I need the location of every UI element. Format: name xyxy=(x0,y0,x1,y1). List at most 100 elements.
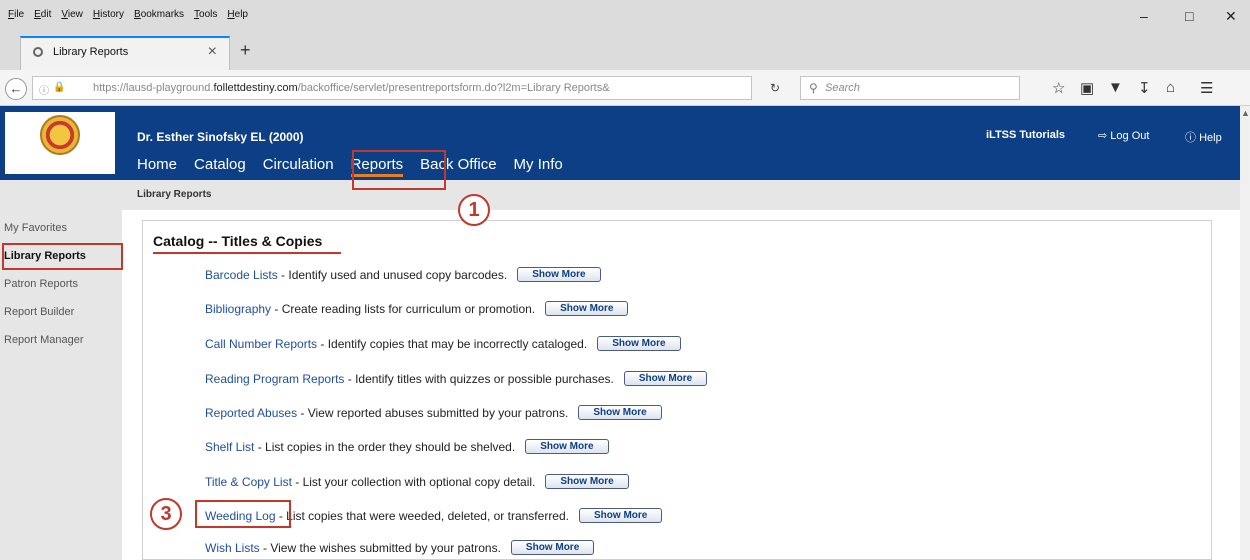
url-prefix: https://lausd-playground. xyxy=(93,82,214,94)
report-desc: - Identify copies that may be incorrectl… xyxy=(317,337,588,351)
list-item: Title & Copy List - List your collection… xyxy=(205,474,629,489)
report-desc: - List copies that were weeded, deleted,… xyxy=(275,509,569,523)
lock-icon: 🔒 xyxy=(53,82,66,93)
show-more-button[interactable]: Show More xyxy=(578,405,662,420)
step-1-callout: 1 xyxy=(458,194,490,226)
report-link-barcode-lists[interactable]: Barcode Lists xyxy=(205,268,278,282)
nav-catalog[interactable]: Catalog xyxy=(194,156,246,177)
maximize-button[interactable]: □ xyxy=(1185,8,1193,24)
sidebar-item-patron-reports[interactable]: Patron Reports xyxy=(4,278,78,290)
show-more-button[interactable]: Show More xyxy=(545,474,629,489)
scroll-up-icon[interactable]: ▲ xyxy=(1241,108,1250,118)
logout-label: Log Out xyxy=(1110,130,1150,142)
menu-file[interactable]: File xyxy=(8,9,24,20)
search-placeholder: Search xyxy=(825,82,860,94)
report-desc: - Identify used and unused copy barcodes… xyxy=(277,268,508,282)
url-text: https://lausd-playground.follettdestiny.… xyxy=(93,82,610,94)
report-desc: - Create reading lists for curriculum or… xyxy=(271,302,536,316)
menu-items: File Edit View History Bookmarks Tools H… xyxy=(8,9,248,20)
school-name: Dr. Esther Sinofsky EL (2000) xyxy=(137,130,304,144)
help-label: Help xyxy=(1199,132,1222,144)
show-more-button[interactable]: Show More xyxy=(510,540,595,555)
tab-library-reports[interactable]: Library Reports × xyxy=(20,36,230,70)
info-icon[interactable]: ⓘ xyxy=(39,82,49,97)
step-3-callout: 3 xyxy=(150,498,182,530)
nav-home[interactable]: Home xyxy=(137,156,177,177)
report-link-title-copy-list[interactable]: Title & Copy List xyxy=(205,475,292,489)
report-link-reported-abuses[interactable]: Reported Abuses xyxy=(205,406,297,420)
tutorials-link[interactable]: iLTSS Tutorials xyxy=(986,129,1065,141)
reload-icon[interactable]: ↻ xyxy=(770,81,780,95)
search-icon: ⚲ xyxy=(809,81,818,95)
list-item: Reported Abuses - View reported abuses s… xyxy=(205,405,662,420)
star-icon[interactable]: ☆ xyxy=(1052,79,1065,97)
report-link-shelf-list[interactable]: Shelf List xyxy=(205,440,254,454)
reports-highlight-box xyxy=(352,150,446,190)
list-item: Barcode Lists - Identify used and unused… xyxy=(205,267,601,282)
help-link[interactable]: ⓘ Help xyxy=(1185,129,1222,145)
school-logo xyxy=(5,112,115,174)
favicon-icon xyxy=(33,47,43,57)
report-link-reading-program-reports[interactable]: Reading Program Reports xyxy=(205,372,344,386)
report-desc: - View reported abuses submitted by your… xyxy=(297,406,569,420)
help-icon: ⓘ xyxy=(1185,132,1200,144)
report-link-call-number-reports[interactable]: Call Number Reports xyxy=(205,337,317,351)
home-icon[interactable]: ⌂ xyxy=(1166,79,1175,96)
list-item: Bibliography - Create reading lists for … xyxy=(205,301,629,316)
close-tab-icon[interactable]: × xyxy=(208,43,217,61)
title-underline-annotation xyxy=(153,252,341,254)
nav-circulation[interactable]: Circulation xyxy=(263,156,334,177)
show-more-button[interactable]: Show More xyxy=(545,301,629,316)
breadcrumb-text: Library Reports xyxy=(137,189,212,200)
main-nav: Home Catalog Circulation Reports Back Of… xyxy=(137,156,563,177)
report-link-wish-lists[interactable]: Wish Lists xyxy=(205,541,260,555)
new-tab-button[interactable]: + xyxy=(240,40,251,61)
tab-strip: Library Reports × + xyxy=(0,30,1250,70)
menu-help[interactable]: Help xyxy=(227,9,248,20)
close-window-button[interactable]: ✕ xyxy=(1225,8,1237,25)
sidebar-item-report-manager[interactable]: Report Manager xyxy=(4,334,84,346)
seal-icon xyxy=(40,115,80,155)
breadcrumb: Library Reports xyxy=(122,180,1240,210)
report-link-bibliography[interactable]: Bibliography xyxy=(205,302,271,316)
report-list-panel: Catalog -- Titles & Copies Barcode Lists… xyxy=(142,220,1212,560)
list-item: Wish Lists - View the wishes submitted b… xyxy=(205,540,595,555)
menu-tools[interactable]: Tools xyxy=(194,9,217,20)
report-desc: - View the wishes submitted by your patr… xyxy=(259,541,501,555)
download-icon[interactable]: ↧ xyxy=(1138,79,1151,97)
sidebar-item-my-favorites[interactable]: My Favorites xyxy=(4,222,67,234)
search-bar[interactable]: ⚲ Search xyxy=(800,76,1020,100)
list-item: Reading Program Reports - Identify title… xyxy=(205,371,708,386)
tab-title: Library Reports xyxy=(53,46,129,58)
url-domain: follettdestiny.com xyxy=(213,82,298,94)
url-path: /backoffice/servlet/presentreportsform.d… xyxy=(297,82,610,94)
menu-history[interactable]: History xyxy=(93,9,124,20)
browser-navbar: ← ⓘ 🔒 https://lausd-playground.follettde… xyxy=(0,70,1250,106)
report-desc: - List copies in the order they should b… xyxy=(254,440,516,454)
minimize-button[interactable]: – xyxy=(1140,8,1148,24)
logout-icon: ⇨ xyxy=(1098,130,1111,142)
report-desc: - Identify titles with quizzes or possib… xyxy=(344,372,614,386)
url-bar[interactable]: ⓘ 🔒 https://lausd-playground.follettdest… xyxy=(32,76,752,100)
destiny-header: Dr. Esther Sinofsky EL (2000) Home Catal… xyxy=(0,106,1240,180)
sidebar-item-report-builder[interactable]: Report Builder xyxy=(4,306,74,318)
show-more-button[interactable]: Show More xyxy=(517,267,601,282)
show-more-button[interactable]: Show More xyxy=(623,371,708,386)
logout-link[interactable]: ⇨ Log Out xyxy=(1098,129,1149,142)
back-button[interactable]: ← xyxy=(5,78,27,100)
clipboard-icon[interactable]: ▣ xyxy=(1080,79,1094,97)
menu-view[interactable]: View xyxy=(61,9,83,20)
menu-edit[interactable]: Edit xyxy=(34,9,51,20)
list-item: Call Number Reports - Identify copies th… xyxy=(205,336,681,351)
report-desc: - List your collection with optional cop… xyxy=(291,475,536,489)
scrollbar[interactable]: ▲ xyxy=(1240,106,1250,560)
menu-bookmarks[interactable]: Bookmarks xyxy=(134,9,184,20)
show-more-button[interactable]: Show More xyxy=(579,508,663,523)
show-more-button[interactable]: Show More xyxy=(597,336,681,351)
pocket-icon[interactable]: ▼ xyxy=(1108,79,1123,96)
hamburger-menu-icon[interactable]: ☰ xyxy=(1200,79,1213,97)
nav-my-info[interactable]: My Info xyxy=(514,156,563,177)
weeding-log-highlight-box xyxy=(195,500,291,528)
browser-menubar: File Edit View History Bookmarks Tools H… xyxy=(0,0,1250,30)
show-more-button[interactable]: Show More xyxy=(525,439,609,454)
